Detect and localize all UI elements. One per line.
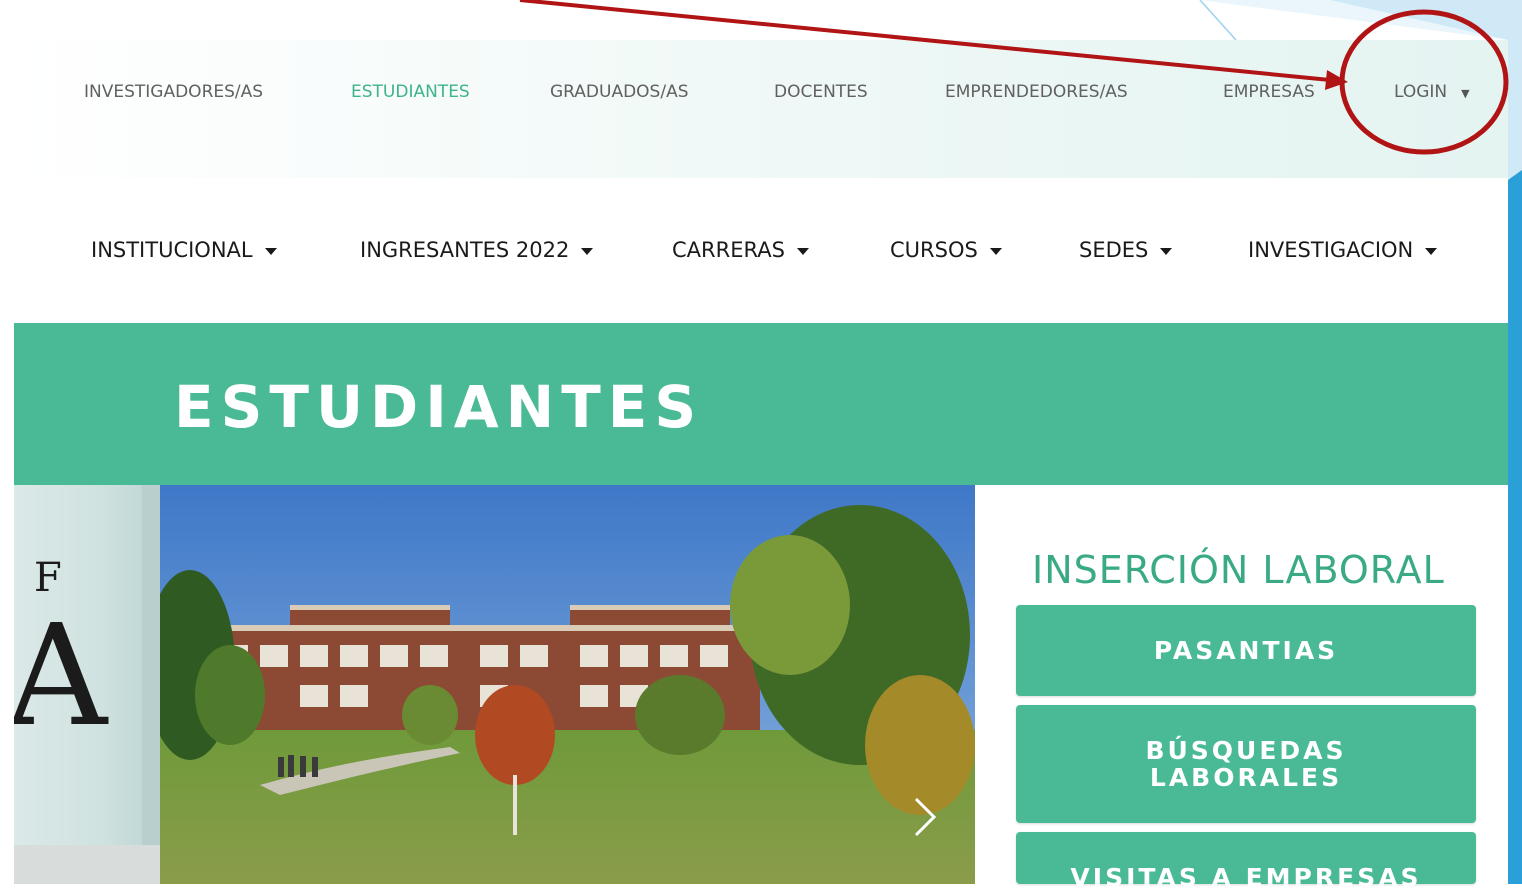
login-label: LOGIN <box>1394 82 1448 102</box>
sign-base <box>14 845 160 884</box>
nav-sedes-label: SEDES <box>1079 238 1149 262</box>
top-link-estudiantes[interactable]: ESTUDIANTES <box>351 82 470 102</box>
campus-sign-image: F A <box>14 485 160 884</box>
pasantias-button[interactable]: PASANTIAS <box>1016 605 1476 696</box>
caret-down-icon <box>264 247 277 255</box>
nav-ingresantes-label: INGRESANTES 2022 <box>360 238 570 262</box>
top-link-investigadores[interactable]: INVESTIGADORES/AS <box>84 82 263 102</box>
page-banner: ESTUDIANTES <box>14 323 1508 485</box>
nav-carreras-label: CARRERAS <box>672 238 785 262</box>
campus-photo <box>160 485 975 884</box>
caret-down-icon: ▼ <box>1461 87 1470 100</box>
top-link-graduados[interactable]: GRADUADOS/AS <box>550 82 689 102</box>
top-bar <box>14 40 1508 178</box>
caret-down-icon <box>989 247 1002 255</box>
sign-letter: A <box>14 595 108 758</box>
nav-sedes[interactable]: SEDES <box>1079 238 1173 262</box>
nav-institucional-label: INSTITUCIONAL <box>91 238 253 262</box>
nav-carreras[interactable]: CARRERAS <box>672 238 809 262</box>
nav-institucional[interactable]: INSTITUCIONAL <box>91 238 277 262</box>
top-link-emprendedores[interactable]: EMPRENDEDORES/AS <box>945 82 1128 102</box>
caret-down-icon <box>581 247 594 255</box>
caret-down-icon <box>1425 247 1438 255</box>
chevron-right-icon[interactable] <box>912 795 938 839</box>
nav-cursos-label: CURSOS <box>890 238 978 262</box>
top-link-docentes[interactable]: DOCENTES <box>774 82 868 102</box>
nav-investigacion[interactable]: INVESTIGACION <box>1248 238 1438 262</box>
top-link-empresas[interactable]: EMPRESAS <box>1223 82 1315 102</box>
login-menu[interactable]: LOGIN ▼ <box>1394 82 1470 102</box>
caret-down-icon <box>796 247 809 255</box>
panel-title: INSERCIÓN LABORAL <box>1032 548 1445 592</box>
visitas-a-empresas-button[interactable]: VISITAS A EMPRESAS <box>1016 832 1476 891</box>
sign-edge <box>142 485 160 884</box>
page-title: ESTUDIANTES <box>174 373 704 441</box>
busquedas-laborales-button[interactable]: BÚSQUEDAS LABORALES <box>1016 705 1476 823</box>
nav-ingresantes[interactable]: INGRESANTES 2022 <box>360 238 594 262</box>
nav-investigacion-label: INVESTIGACION <box>1248 238 1414 262</box>
nav-cursos[interactable]: CURSOS <box>890 238 1002 262</box>
caret-down-icon <box>1160 247 1173 255</box>
